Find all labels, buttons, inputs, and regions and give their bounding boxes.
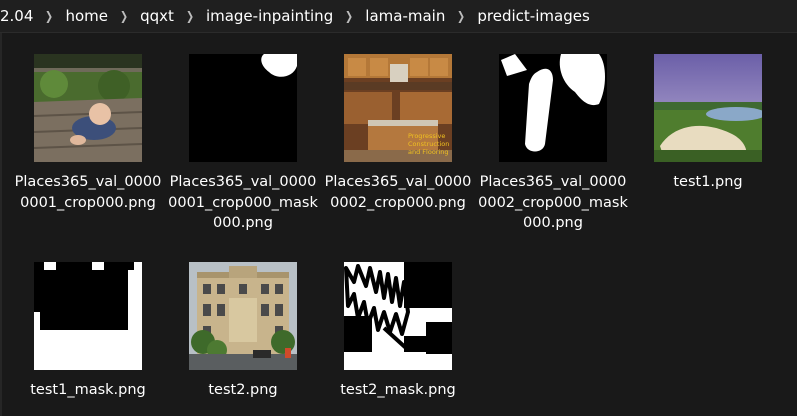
- breadcrumb-item-predict-images[interactable]: predict-images: [475, 7, 591, 25]
- thumbnail-image: [189, 262, 297, 370]
- thumbnail-image: [34, 262, 142, 370]
- file-name: Places365_val_00000002_crop000_mask000.p…: [478, 174, 628, 231]
- thumbnail-image: [344, 262, 452, 370]
- thumbnail-image: Progressive Construction and Flooring: [344, 54, 452, 162]
- chevron-right-icon[interactable]: ❯: [450, 9, 472, 23]
- file-name: test2.png: [208, 382, 278, 398]
- file-name: test1.png: [673, 174, 743, 190]
- breadcrumb-item-image-inpainting[interactable]: image-inpainting: [204, 7, 335, 25]
- watermark-line-3: and Flooring: [408, 148, 449, 156]
- breadcrumb: 2.04 ❯ home ❯ qqxt ❯ image-inpainting ❯ …: [0, 0, 797, 33]
- breadcrumb-item-home[interactable]: home: [63, 7, 110, 25]
- file-name: Places365_val_00000001_crop000_mask000.p…: [168, 174, 318, 231]
- thumbnail-image: [34, 54, 142, 162]
- thumbnail-image: [189, 54, 297, 162]
- chevron-right-icon[interactable]: ❯: [338, 9, 360, 23]
- watermark-line-2: Construction: [408, 140, 449, 148]
- file-name: Places365_val_00000001_crop000.png: [14, 174, 162, 211]
- file-name: test2_mask.png: [340, 382, 456, 398]
- chevron-right-icon[interactable]: ❯: [179, 9, 201, 23]
- pane-divider: [0, 33, 2, 416]
- watermark-line-1: Progressive: [408, 132, 445, 140]
- file-name: test1_mask.png: [30, 382, 146, 398]
- file-name: Places365_val_00000002_crop000.png: [324, 174, 472, 211]
- breadcrumb-item-qqxt[interactable]: qqxt: [138, 7, 176, 25]
- thumbnail-image: [654, 54, 762, 162]
- chevron-right-icon[interactable]: ❯: [38, 9, 60, 23]
- thumbnail-image: [499, 54, 607, 162]
- breadcrumb-item-lama-main[interactable]: lama-main: [363, 7, 447, 25]
- breadcrumb-item-drive[interactable]: 2.04: [0, 7, 35, 25]
- chevron-right-icon[interactable]: ❯: [113, 9, 135, 23]
